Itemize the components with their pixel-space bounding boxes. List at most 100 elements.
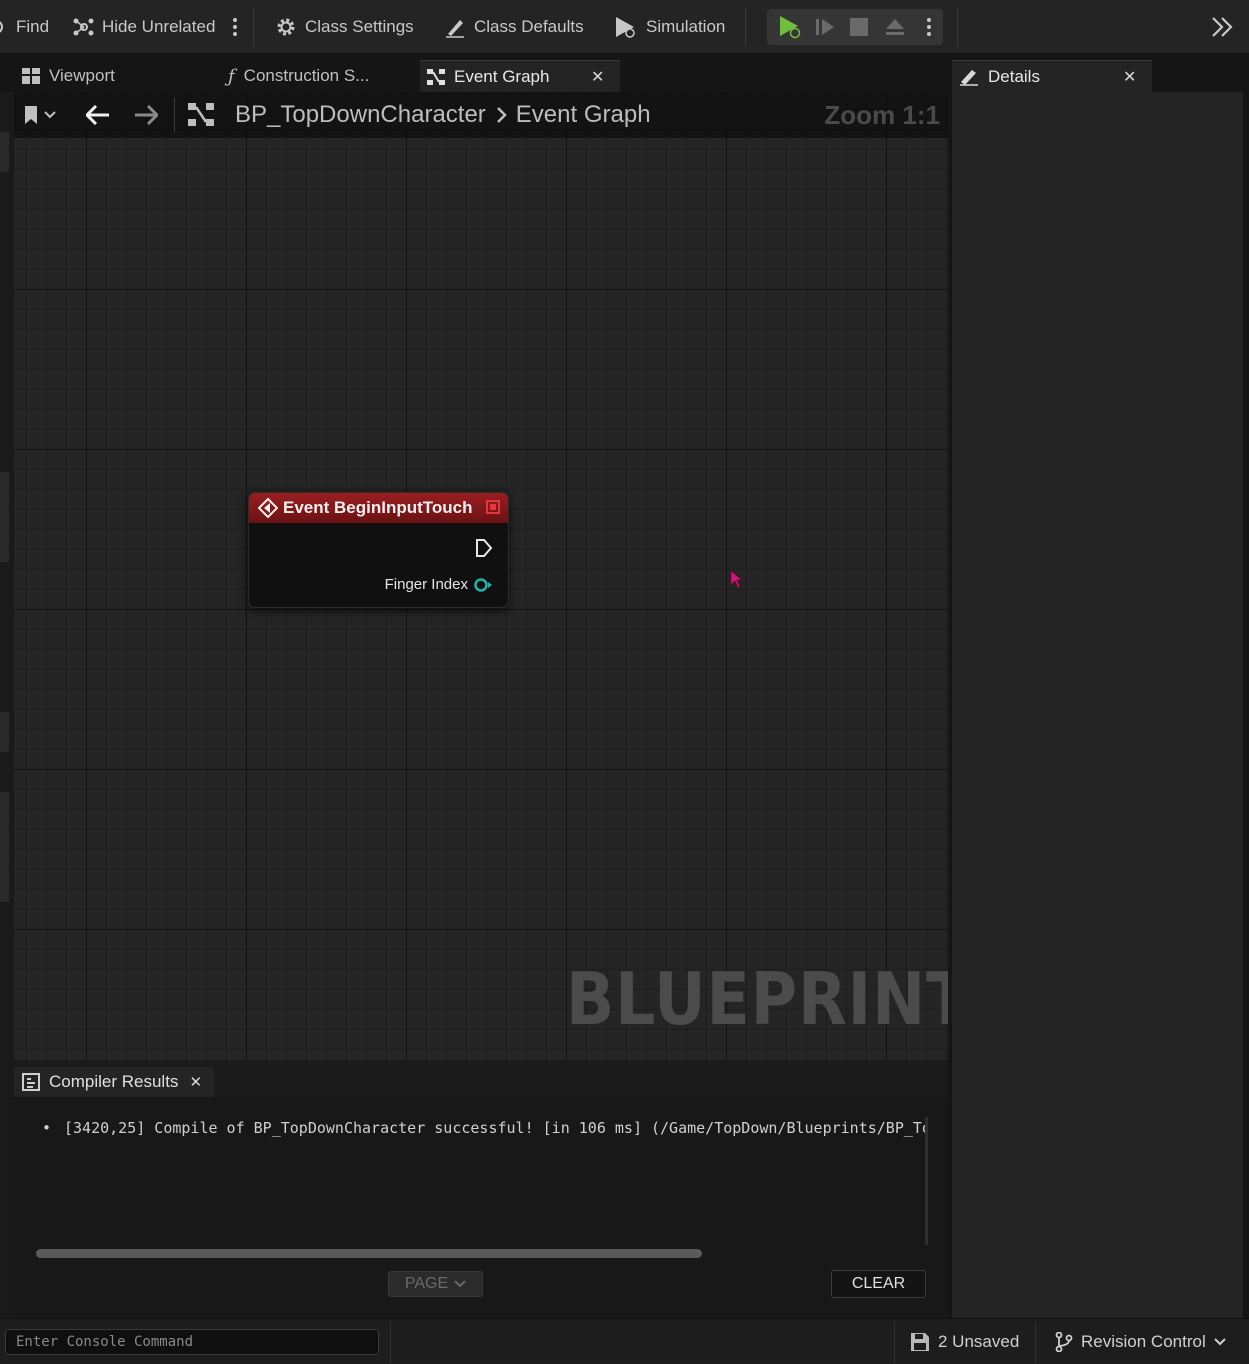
delegate-pin-icon[interactable] xyxy=(486,500,500,514)
hide-unrelated-label: Hide Unrelated xyxy=(102,17,216,36)
gear-icon xyxy=(277,18,295,36)
bookmark-icon xyxy=(25,106,37,124)
panel-edge-marker xyxy=(0,792,9,902)
eject-icon xyxy=(886,19,904,35)
collapsed-left-panel xyxy=(0,92,14,1318)
status-divider xyxy=(894,1321,895,1363)
chevron-right-icon xyxy=(496,107,507,123)
tab-viewport[interactable]: Viewport xyxy=(0,60,210,92)
event-node-header: Event BeginInputTouch xyxy=(249,493,508,523)
close-icon[interactable]: ✕ xyxy=(591,67,604,87)
hide-unrelated-button[interactable]: Hide Unrelated xyxy=(72,0,215,54)
page-dropdown[interactable]: PAGE xyxy=(388,1271,483,1297)
close-icon[interactable]: ✕ xyxy=(1123,67,1136,87)
chevron-down-icon xyxy=(44,111,56,119)
double-chevron-right-icon xyxy=(1212,17,1233,37)
event-node[interactable]: Event BeginInputTouch Finger Index xyxy=(248,492,509,608)
status-divider xyxy=(390,1321,391,1363)
toolbar-more-options[interactable] xyxy=(231,0,239,54)
blueprint-watermark: BLUEPRINT xyxy=(566,957,948,1041)
advance-frame-icon xyxy=(816,19,834,35)
toolbar-divider xyxy=(957,8,958,46)
event-icon xyxy=(258,498,278,518)
chevron-down-icon xyxy=(1214,1338,1226,1346)
class-defaults-button[interactable]: Class Defaults xyxy=(444,0,584,54)
unsaved-button[interactable]: 2 Unsaved xyxy=(910,1319,1019,1364)
finger-index-pin-label: Finger Index xyxy=(384,576,468,593)
toolbar-expand-button[interactable] xyxy=(1210,0,1234,54)
find-button[interactable]: Find xyxy=(0,0,49,54)
compiler-results-icon xyxy=(22,1073,40,1091)
panel-edge-marker xyxy=(0,132,9,172)
arrow-left-icon xyxy=(86,105,109,125)
vertical-dots-icon xyxy=(927,18,931,36)
console-command-input[interactable]: Enter Console Command xyxy=(5,1329,379,1355)
finger-index-output-pin[interactable] xyxy=(473,577,493,593)
function-icon: ƒ xyxy=(228,65,235,87)
chevron-down-icon xyxy=(454,1280,466,1288)
close-icon[interactable]: ✕ xyxy=(189,1073,202,1091)
event-node-title: Event BeginInputTouch xyxy=(283,498,473,517)
play-controls xyxy=(767,9,943,45)
simulation-label: Simulation xyxy=(646,17,726,36)
page-label: PAGE xyxy=(404,1275,449,1292)
main-toolbar: Find Hide Unrelated Class Settings Class… xyxy=(0,0,1249,54)
document-tab-bar: Viewport ƒ Construction S... Event Graph… xyxy=(0,54,1249,92)
stop-icon xyxy=(850,18,868,36)
event-graph-canvas[interactable]: BP_TopDownCharacter Event Graph Zoom 1:1… xyxy=(14,92,948,1060)
graph-type-icon-button[interactable] xyxy=(188,92,218,138)
panel-edge-marker xyxy=(0,472,9,562)
details-panel xyxy=(952,92,1243,1318)
log-entry-text: [3420,25] Compile of BP_TopDownCharacter… xyxy=(64,1119,928,1137)
toolbar-divider xyxy=(745,8,746,46)
panel-edge-marker xyxy=(0,712,9,752)
breadcrumb-root[interactable]: BP_TopDownCharacter xyxy=(235,101,486,129)
simulation-icon xyxy=(616,17,635,38)
compiler-results-panel: Compiler Results ✕ • [3420,25] Compile of… xyxy=(14,1060,948,1318)
stop-button[interactable] xyxy=(843,9,875,45)
tab-event-graph-label: Event Graph xyxy=(454,66,550,86)
tab-compiler-results[interactable]: Compiler Results ✕ xyxy=(14,1067,214,1097)
class-defaults-label: Class Defaults xyxy=(474,17,584,36)
tab-construction-script[interactable]: ƒ Construction S... xyxy=(206,60,416,92)
log-vertical-scrollbar[interactable] xyxy=(925,1117,928,1245)
search-icon xyxy=(0,21,3,33)
advance-frame-button[interactable] xyxy=(807,9,843,45)
status-bar: Enter Console Command 2 Unsaved Revision… xyxy=(0,1318,1249,1364)
hide-unrelated-icon xyxy=(73,18,94,36)
class-settings-button[interactable]: Class Settings xyxy=(275,0,414,54)
arrow-right-icon xyxy=(135,105,158,125)
revision-control-label: Revision Control xyxy=(1081,1332,1206,1351)
toolbar-divider xyxy=(253,8,254,46)
log-entry: • [3420,25] Compile of BP_TopDownCharacte… xyxy=(42,1119,928,1137)
save-icon xyxy=(911,1333,929,1351)
tab-event-graph[interactable]: Event Graph ✕ xyxy=(420,60,620,92)
tab-details[interactable]: Details ✕ xyxy=(952,60,1152,92)
breadcrumb-current: Event Graph xyxy=(515,101,651,128)
class-defaults-icon xyxy=(446,20,464,38)
eject-button[interactable] xyxy=(877,9,913,45)
find-label: Find xyxy=(16,17,50,36)
clear-button[interactable]: CLEAR xyxy=(831,1270,926,1298)
graph-icon xyxy=(188,103,214,126)
back-button[interactable] xyxy=(86,92,112,138)
nav-divider xyxy=(174,98,175,132)
exec-output-pin[interactable] xyxy=(475,538,493,558)
bullet-icon: • xyxy=(42,1119,52,1137)
play-button[interactable] xyxy=(771,9,807,45)
log-horizontal-scrollbar[interactable] xyxy=(36,1249,702,1258)
graph-icon xyxy=(427,68,445,85)
tab-viewport-label: Viewport xyxy=(49,66,115,85)
class-settings-label: Class Settings xyxy=(305,17,414,36)
graph-navigation-bar: BP_TopDownCharacter Event Graph Zoom 1:1 xyxy=(14,92,948,138)
compiler-results-label: Compiler Results xyxy=(49,1072,179,1091)
vertical-dots-icon xyxy=(233,18,237,36)
forward-button[interactable] xyxy=(134,92,160,138)
simulation-button[interactable]: Simulation xyxy=(614,0,725,54)
revision-control-button[interactable]: Revision Control xyxy=(1055,1319,1226,1364)
play-icon xyxy=(780,16,801,39)
zoom-level: Zoom 1:1 xyxy=(824,99,940,130)
play-options-button[interactable] xyxy=(917,9,941,45)
mouse-cursor-icon xyxy=(730,570,744,589)
bookmark-dropdown[interactable] xyxy=(24,92,68,138)
